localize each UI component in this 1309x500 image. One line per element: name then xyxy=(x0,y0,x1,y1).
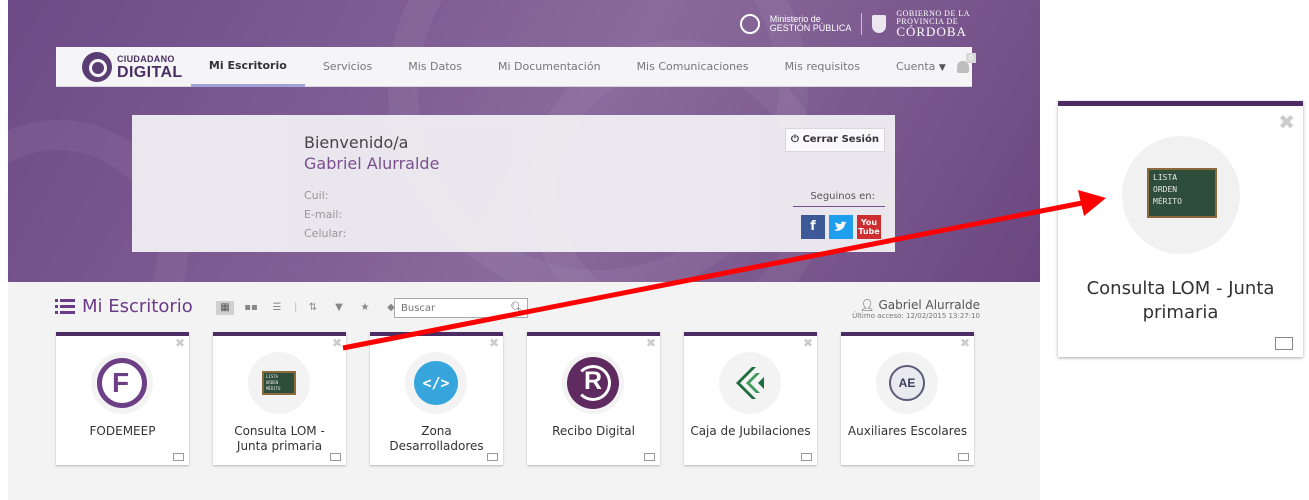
screenshot-stage: Ministerio de GESTIÓN PÚBLICA GOBIERNO D… xyxy=(0,0,1309,500)
annotation-arrow xyxy=(342,190,1106,351)
